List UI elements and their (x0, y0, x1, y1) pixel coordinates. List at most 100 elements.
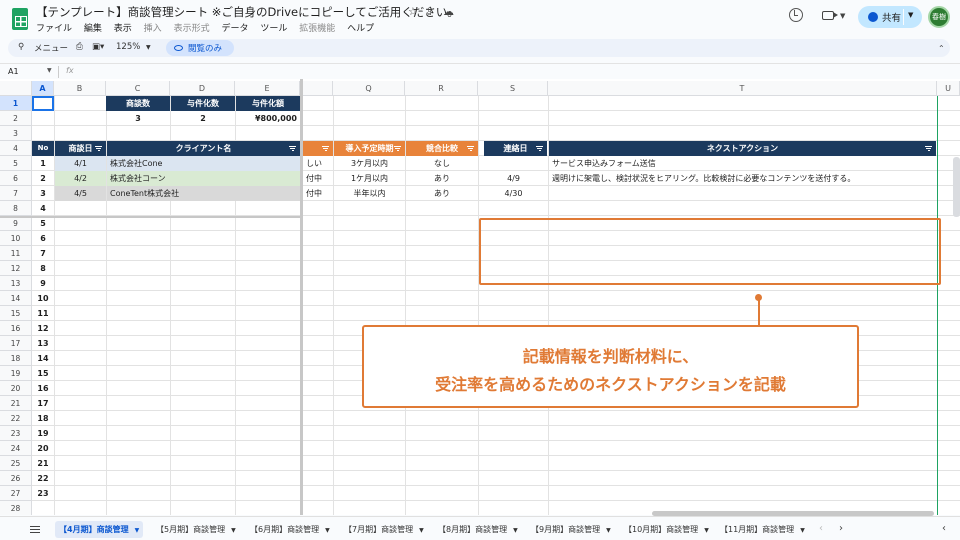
summary-value-amount[interactable]: ¥800,000 (236, 111, 300, 126)
meet-video-icon[interactable] (822, 11, 838, 20)
cell-no[interactable]: 19 (32, 426, 54, 441)
select-all-corner[interactable] (0, 81, 32, 96)
search-icon[interactable]: ⚲ (18, 42, 24, 52)
header-competitor[interactable]: 競合比較 (406, 141, 478, 156)
row-header[interactable]: 1 (0, 96, 32, 111)
header-deal-date[interactable]: 商談日 (55, 141, 106, 156)
cell-no[interactable]: 13 (32, 336, 54, 351)
print-icon[interactable]: ⎙ (76, 42, 83, 52)
header-next-action[interactable]: ネクストアクション (549, 141, 936, 156)
cell-no[interactable]: 3 (32, 186, 54, 201)
menu-view[interactable]: 表示 (114, 24, 132, 34)
document-title[interactable]: 【テンプレート】商談管理シート ※ご自身のDriveにコピーしてご活用ください。 (36, 4, 459, 20)
cell-client[interactable]: 株式会社Cone (107, 156, 300, 171)
chevron-down-icon[interactable]: ▼ (840, 12, 845, 20)
header-no[interactable]: No (32, 141, 54, 156)
cell-no[interactable]: 22 (32, 471, 54, 486)
column-header-c[interactable]: C (106, 81, 170, 96)
menu-search-label[interactable]: メニュー (34, 42, 68, 54)
summary-value-requirements[interactable]: 2 (171, 111, 235, 126)
cell-no[interactable]: 9 (32, 276, 54, 291)
cell-no[interactable]: 4 (32, 201, 54, 216)
star-icon[interactable]: ☆ (408, 5, 418, 18)
row-header[interactable]: 2 (0, 111, 32, 126)
cell-status[interactable]: 付中 (303, 186, 333, 201)
menu-extensions[interactable]: 拡張機能 (299, 24, 335, 34)
all-sheets-menu-icon[interactable] (30, 526, 40, 533)
row-header[interactable]: 20 (0, 381, 32, 396)
cell-deal-date[interactable]: 4/1 (55, 156, 106, 171)
sheet-tab[interactable]: 【7月期】商談管理 ▼ (344, 521, 424, 538)
chevron-down-icon[interactable]: ▼ (146, 44, 151, 51)
cell-contact-date[interactable]: 4/9 (479, 171, 548, 186)
row-header[interactable]: 25 (0, 456, 32, 471)
cell-competitor[interactable]: あり (406, 171, 478, 186)
cell-no[interactable]: 6 (32, 231, 54, 246)
row-header[interactable]: 23 (0, 426, 32, 441)
filter-icon[interactable] (925, 146, 932, 151)
cell-no[interactable]: 16 (32, 381, 54, 396)
cell-deal-date[interactable]: 4/5 (55, 186, 106, 201)
menu-file[interactable]: ファイル (36, 24, 72, 34)
sheet-tab[interactable]: 【9月期】商談管理 ▼ (531, 521, 611, 538)
column-header-d[interactable]: D (170, 81, 235, 96)
cell-client[interactable]: ConeTent株式会社 (107, 186, 300, 201)
summary-value-deals[interactable]: 3 (106, 111, 170, 126)
share-button[interactable]: 共有 ▼ (858, 6, 922, 28)
cell-next-action[interactable] (549, 186, 935, 201)
row-header[interactable]: 22 (0, 411, 32, 426)
spreadsheet-grid[interactable]: A B C D E Q R S T U 1 2 3 4 5 6 7 8 9 10 11 12 13 14 1… (0, 79, 960, 515)
row-header[interactable]: 26 (0, 471, 32, 486)
row-header[interactable]: 17 (0, 336, 32, 351)
version-history-icon[interactable] (789, 8, 803, 22)
chevron-down-icon[interactable]: ▼ (513, 527, 518, 534)
chevron-down-icon[interactable]: ▼ (908, 11, 913, 19)
chevron-left-icon[interactable]: ‹ (819, 523, 823, 534)
filter-icon[interactable] (394, 146, 401, 151)
column-header-u[interactable]: U (937, 81, 960, 96)
filter-icon[interactable] (289, 146, 296, 151)
cell-no[interactable]: 17 (32, 396, 54, 411)
cell-no[interactable]: 14 (32, 351, 54, 366)
row-header[interactable]: 9 (0, 216, 32, 231)
cell-no[interactable]: 7 (32, 246, 54, 261)
menu-format[interactable]: 表示形式 (174, 24, 210, 34)
cell-client[interactable]: 株式会社コーン (107, 171, 300, 186)
row-header[interactable]: 21 (0, 396, 32, 411)
menu-edit[interactable]: 編集 (84, 24, 102, 34)
cell-timing[interactable]: 1ケ月以内 (334, 171, 405, 186)
cell-next-action[interactable]: 週明けに架電し、検討状況をヒアリング。比較検討に必要なコンテンツを送付する。 (549, 171, 935, 186)
filter-icon[interactable] (322, 146, 329, 151)
cell-no[interactable]: 21 (32, 456, 54, 471)
cell-no[interactable]: 15 (32, 366, 54, 381)
zoom-select[interactable]: 125% (116, 42, 140, 52)
chevron-down-icon[interactable]: ▼ (231, 527, 236, 534)
menu-tools[interactable]: ツール (260, 24, 287, 34)
chevron-up-icon[interactable]: ⌃ (938, 44, 945, 53)
print-preview-icon[interactable]: ▣▾ (92, 42, 104, 52)
filter-icon[interactable] (536, 146, 543, 151)
row-header[interactable]: 8 (0, 201, 32, 216)
column-header-s[interactable]: S (478, 81, 548, 96)
cell-no[interactable]: 8 (32, 261, 54, 276)
sheet-tab[interactable]: 【5月期】商談管理 ▼ (156, 521, 236, 538)
chevron-down-icon[interactable]: ▼ (704, 527, 709, 534)
selected-cell-a1[interactable] (32, 96, 54, 111)
frozen-row-divider[interactable] (0, 216, 300, 218)
filter-icon[interactable] (467, 146, 474, 151)
column-header-b[interactable]: B (54, 81, 106, 96)
cell-competitor[interactable]: あり (406, 186, 478, 201)
cell-no[interactable]: 18 (32, 411, 54, 426)
row-header[interactable]: 11 (0, 246, 32, 261)
column-header-r[interactable]: R (405, 81, 478, 96)
menu-help[interactable]: ヘルプ (347, 24, 374, 34)
cell-contact-date[interactable] (479, 156, 548, 171)
row-header[interactable]: 6 (0, 171, 32, 186)
row-header[interactable]: 27 (0, 486, 32, 501)
menu-insert[interactable]: 挿入 (144, 24, 162, 34)
row-header[interactable]: 19 (0, 366, 32, 381)
frozen-column-divider[interactable] (300, 79, 303, 515)
chevron-down-icon[interactable]: ▼ (47, 67, 52, 74)
cell-no[interactable]: 5 (32, 216, 54, 231)
cell-next-action[interactable]: サービス申込みフォーム送信 (549, 156, 935, 171)
